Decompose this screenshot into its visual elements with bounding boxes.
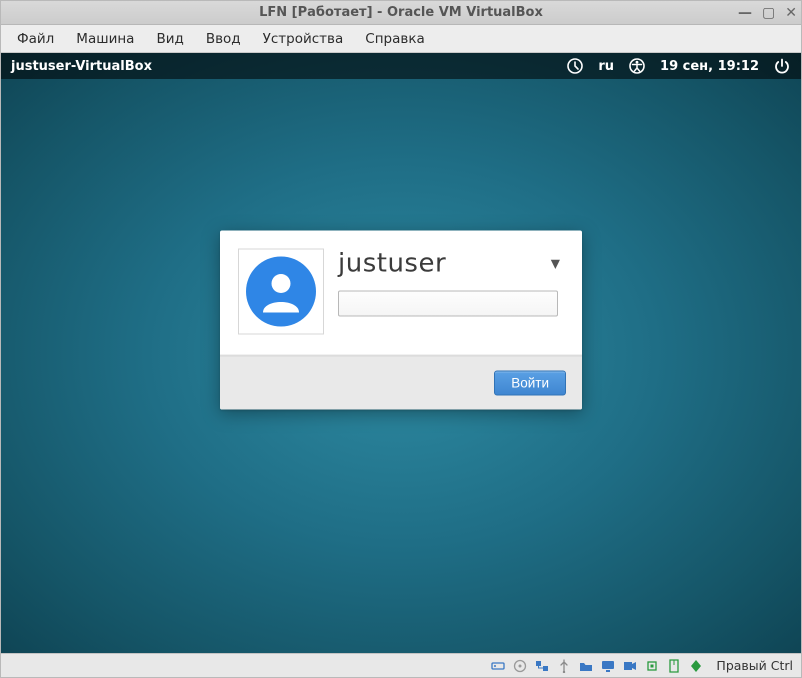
- user-select[interactable]: justuser ▼: [338, 249, 564, 279]
- shared-folder-icon[interactable]: [578, 658, 594, 674]
- password-input[interactable]: [338, 291, 558, 317]
- avatar-icon: [246, 257, 316, 327]
- menu-view[interactable]: Вид: [146, 27, 193, 51]
- login-fields: justuser ▼: [338, 249, 564, 335]
- login-panel: justuser ▼ Войти: [220, 231, 582, 410]
- guest-topbar: justuser-VirtualBox ru 19: [1, 53, 801, 79]
- accessibility-icon[interactable]: [628, 57, 646, 75]
- window-titlebar[interactable]: LFN [Работает] - Oracle VM VirtualBox — …: [1, 1, 801, 25]
- window-title: LFN [Работает] - Oracle VM VirtualBox: [259, 5, 543, 20]
- minimize-button[interactable]: —: [738, 6, 752, 20]
- menu-input[interactable]: Ввод: [196, 27, 251, 51]
- host-key-label[interactable]: Правый Ctrl: [716, 658, 793, 673]
- cpu-icon[interactable]: [644, 658, 660, 674]
- login-button[interactable]: Войти: [494, 371, 566, 396]
- guest-display: justuser-VirtualBox ru 19: [1, 53, 801, 653]
- login-bottom: Войти: [220, 356, 582, 410]
- guest-indicators: ru 19 сен, 19:12: [566, 57, 791, 75]
- menu-help[interactable]: Справка: [355, 27, 434, 51]
- display-icon[interactable]: [600, 658, 616, 674]
- menu-file[interactable]: Файл: [7, 27, 64, 51]
- power-icon[interactable]: [773, 57, 791, 75]
- menu-devices[interactable]: Устройства: [253, 27, 354, 51]
- usb-icon[interactable]: [556, 658, 572, 674]
- maximize-button[interactable]: ▢: [762, 6, 775, 20]
- menu-machine[interactable]: Машина: [66, 27, 144, 51]
- window-controls: — ▢ ✕: [738, 1, 797, 24]
- hdd-icon[interactable]: [490, 658, 506, 674]
- chevron-down-icon[interactable]: ▼: [551, 257, 560, 271]
- recording-icon[interactable]: [622, 658, 638, 674]
- keyboard-layout-icon[interactable]: [566, 57, 584, 75]
- vbox-menubar: Файл Машина Вид Ввод Устройства Справка: [1, 25, 801, 53]
- clock[interactable]: 19 сен, 19:12: [660, 59, 759, 74]
- guest-desktop[interactable]: justuser ▼ Войти: [1, 79, 801, 653]
- close-button[interactable]: ✕: [785, 6, 797, 20]
- network-icon[interactable]: [534, 658, 550, 674]
- username-label: justuser: [338, 249, 446, 279]
- language-indicator[interactable]: ru: [598, 59, 614, 74]
- optical-icon[interactable]: [512, 658, 528, 674]
- login-top: justuser ▼: [220, 231, 582, 356]
- avatar-frame: [238, 249, 324, 335]
- guest-hostname: justuser-VirtualBox: [11, 59, 152, 74]
- virtualbox-window: LFN [Работает] - Oracle VM VirtualBox — …: [0, 0, 802, 678]
- keyboard-captured-icon[interactable]: [688, 658, 704, 674]
- vbox-statusbar: Правый Ctrl: [1, 653, 801, 677]
- mouse-integration-icon[interactable]: [666, 658, 682, 674]
